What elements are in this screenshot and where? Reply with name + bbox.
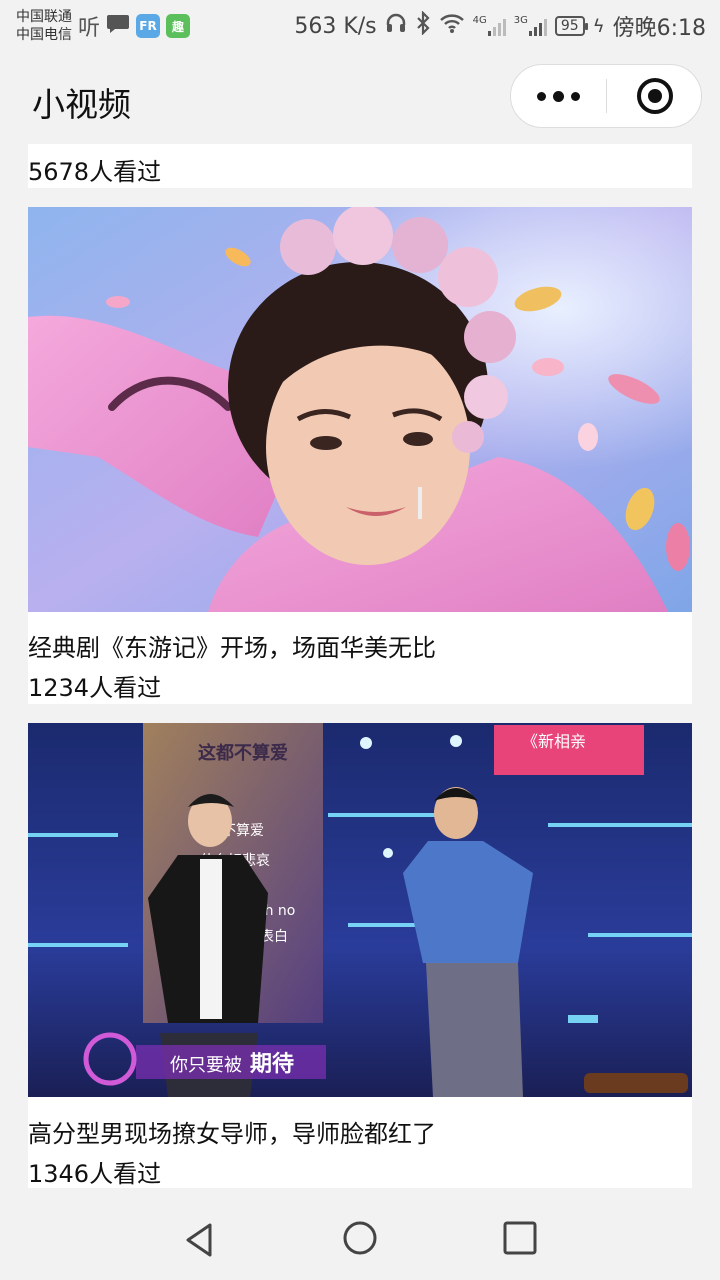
show-badge: 《新相亲: [522, 732, 586, 751]
close-miniprogram-button[interactable]: [607, 65, 702, 127]
video-card[interactable]: 这都不算爱 都不算爱 什么好悲哀 oh no 表白 《新相亲: [28, 723, 692, 1188]
clock: 傍晚6:18: [612, 16, 706, 41]
home-button[interactable]: [340, 1220, 380, 1260]
recents-button[interactable]: [500, 1220, 540, 1260]
headset-icon: [385, 12, 407, 40]
network-type-1: 4G: [472, 15, 487, 26]
overlay-lyric-top: 这都不算爱: [198, 742, 288, 764]
video-title: 经典剧《东游记》开场，场面华美无比: [28, 634, 436, 662]
recents-square-icon: [503, 1221, 537, 1255]
status-left: 中国联通 中国电信 听 FR 趣: [16, 8, 191, 44]
battery-icon: 95: [554, 16, 588, 36]
listen-app-icon: 听: [78, 16, 101, 41]
video-thumbnail[interactable]: [28, 207, 692, 612]
carrier-info: 中国联通 中国电信: [16, 8, 72, 44]
fun-app-icon: 趣: [166, 14, 191, 38]
more-dot-icon: [553, 90, 564, 102]
wifi-icon: [439, 12, 465, 40]
fr-app-icon: FR: [136, 14, 161, 38]
carrier-1: 中国联通: [16, 9, 72, 25]
video-thumbnail[interactable]: 这都不算爱 都不算爱 什么好悲哀 oh no 表白 《新相亲: [28, 723, 692, 1097]
signal-1-icon: 4G: [473, 16, 506, 36]
video-card[interactable]: 经典剧《东游记》开场，场面华美无比 1234人看过: [28, 207, 692, 704]
carrier-2: 中国电信: [16, 27, 72, 43]
view-count: 1346人看过: [28, 1160, 162, 1188]
view-count: 5678人看过: [28, 158, 162, 186]
page-title: 小视频: [32, 85, 131, 124]
navigation-bar: [0, 1192, 720, 1280]
capsule-menu: [510, 64, 702, 128]
more-dot-icon: [537, 91, 546, 101]
message-icon: [106, 13, 130, 39]
back-button[interactable]: [180, 1220, 220, 1260]
more-button[interactable]: [511, 65, 606, 127]
home-circle-icon: [343, 1221, 377, 1255]
view-count: 1234人看过: [28, 674, 162, 702]
subtitle-highlight: 期待: [250, 1051, 294, 1077]
status-bar: 中国联通 中国电信 听 FR 趣 563 K/s 4G 3G 95 ϟ 傍晚6:…: [0, 0, 720, 52]
charging-icon: ϟ: [592, 15, 605, 37]
bluetooth-icon: [415, 10, 431, 41]
video-card[interactable]: 5678人看过: [28, 144, 692, 188]
network-speed: 563 K/s: [294, 13, 377, 39]
back-triangle-icon: [186, 1223, 212, 1257]
target-icon: [636, 78, 673, 114]
subtitle-text: 你只要被: [170, 1055, 242, 1076]
network-type-2: 3G: [513, 15, 528, 26]
video-title: 高分型男现场撩女导师，导师脸都红了: [28, 1120, 436, 1148]
status-right: 563 K/s 4G 3G 95 ϟ 傍晚6:18: [294, 10, 706, 42]
signal-2-icon: 3G: [514, 16, 547, 36]
more-dot-icon: [571, 91, 580, 101]
